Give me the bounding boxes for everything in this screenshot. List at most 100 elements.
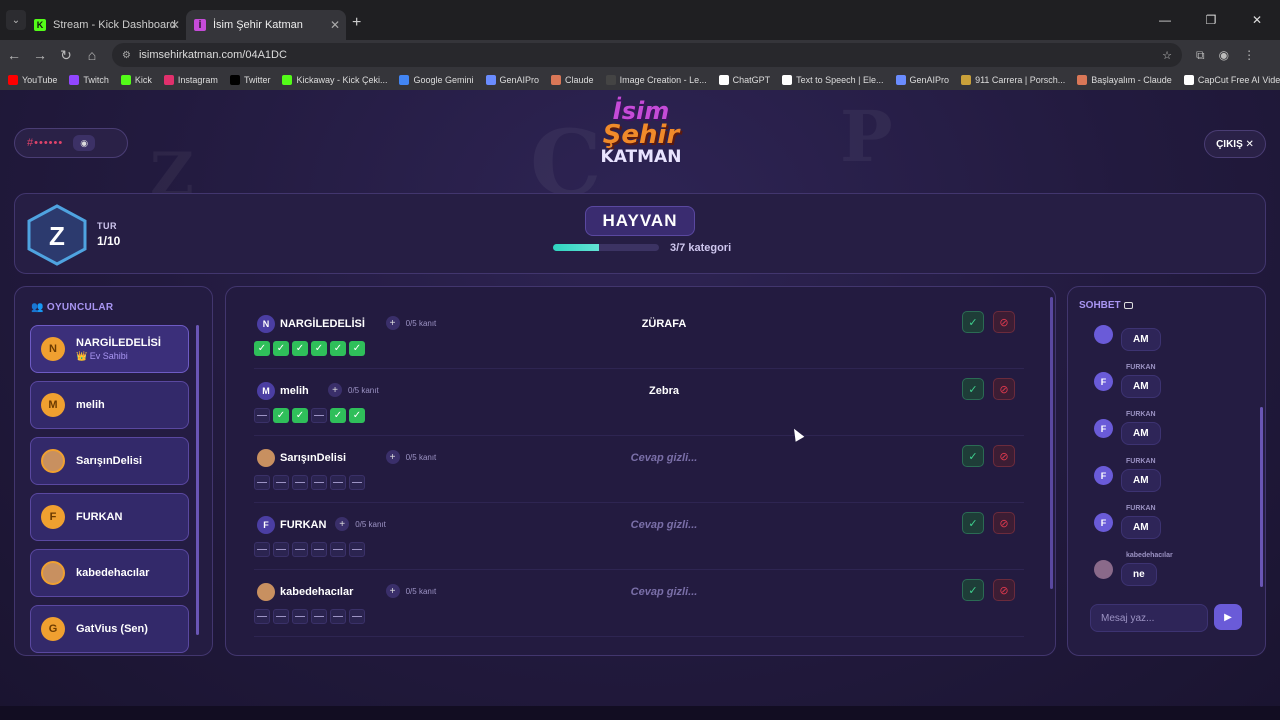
bookmark-item[interactable]: Image Creation - Le... — [605, 75, 707, 85]
player-card[interactable]: kabedehacılar — [30, 549, 189, 597]
bookmark-label: Claude — [565, 75, 594, 85]
tab-search-icon[interactable]: ⌄ — [6, 10, 26, 30]
tab-title: İsim Şehir Katman — [213, 19, 303, 31]
player-card[interactable]: G GatVius (Sen) — [30, 605, 189, 653]
bookmark-item[interactable]: 911 Carrera | Porsch... — [961, 75, 1065, 85]
players-scrollbar[interactable] — [196, 325, 199, 635]
answer-row: F FURKAN + 0/5 kanıt Cevap gizli... ✓ ⊘ … — [254, 510, 1024, 570]
bookmark-item[interactable]: Başlayalım - Claude — [1077, 75, 1172, 85]
chat-author: kabedehacılar — [1126, 552, 1173, 559]
bookmark-label: YouTube — [22, 75, 58, 85]
bookmark-item[interactable]: CapCut Free AI Vide... — [1183, 75, 1280, 85]
chat-bubble: AM — [1121, 469, 1161, 492]
approve-button[interactable]: ✓ — [962, 378, 984, 400]
bookmark-item[interactable]: Instagram — [163, 75, 218, 85]
reject-button[interactable]: ⊘ — [993, 579, 1015, 601]
bookmark-item[interactable]: Kick — [120, 75, 152, 85]
bookmark-label: ChatGPT — [732, 75, 771, 85]
bookmark-item[interactable]: GenAIPro — [895, 75, 950, 85]
chat-author: FURKAN — [1126, 505, 1156, 512]
forward-icon[interactable]: → — [28, 47, 52, 63]
eye-icon[interactable]: ◉ — [73, 135, 96, 151]
bookmark-item[interactable]: Claude — [551, 75, 594, 85]
bookmark-item[interactable]: Kickaway - Kick Çeki... — [282, 75, 387, 85]
bookmark-favicon-icon — [163, 75, 174, 85]
bookmark-favicon-icon — [961, 75, 972, 85]
site-info-icon[interactable]: ⚙ — [122, 50, 131, 61]
bookmark-item[interactable]: Twitch — [69, 75, 109, 85]
player-avatar: F — [41, 505, 65, 529]
bookmark-item[interactable]: Text to Speech | Ele... — [782, 75, 884, 85]
restore-icon[interactable]: ❐ — [1188, 13, 1234, 27]
add-evidence-button[interactable]: + — [335, 517, 350, 531]
reject-button[interactable]: ⊘ — [993, 378, 1015, 400]
bookmark-item[interactable]: ChatGPT — [718, 75, 771, 85]
vote-yes-icon: ✓ — [292, 341, 308, 356]
answer-player-name: NARGİLEDELİSİ — [280, 318, 365, 330]
player-role: 👑 Ev Sahibi — [76, 350, 128, 361]
vote-empty-icon: — — [273, 609, 289, 624]
chat-input[interactable]: Mesaj yaz... — [1090, 604, 1208, 632]
add-evidence-button[interactable]: + — [385, 316, 400, 330]
chat-panel: SOHBET AM F FURKAN AM F FURKAN AM F FURK… — [1067, 286, 1266, 656]
player-card[interactable]: F FURKAN — [30, 493, 189, 541]
reject-button[interactable]: ⊘ — [993, 445, 1015, 467]
tab-close-icon[interactable]: ✕ — [330, 18, 340, 32]
add-evidence-button[interactable]: + — [328, 383, 342, 397]
player-card[interactable]: Mmelih — [30, 381, 189, 429]
approve-button[interactable]: ✓ — [962, 311, 984, 333]
vote-empty-icon: — — [311, 542, 327, 557]
minimize-icon[interactable]: — — [1142, 13, 1188, 27]
home-icon[interactable]: ⌂ — [80, 47, 104, 63]
reject-button[interactable]: ⊘ — [993, 512, 1015, 534]
answer-text: Cevap gizli... — [630, 586, 698, 598]
reject-button[interactable]: ⊘ — [993, 311, 1015, 333]
bookmark-item[interactable]: YouTube — [8, 75, 57, 85]
back-icon[interactable]: ← — [2, 47, 26, 63]
approve-button[interactable]: ✓ — [962, 579, 984, 601]
vote-empty-icon: — — [292, 542, 308, 557]
chat-scrollbar[interactable] — [1260, 407, 1263, 587]
bookmark-item[interactable]: GenAIPro — [485, 75, 539, 85]
vote-empty-icon: — — [311, 408, 327, 423]
add-evidence-button[interactable]: + — [385, 584, 400, 598]
exit-button[interactable]: ÇIKIŞ ✕ — [1204, 130, 1266, 158]
bookmark-star-icon[interactable]: ☆ — [1162, 49, 1172, 62]
approve-button[interactable]: ✓ — [962, 512, 984, 534]
bookmark-item[interactable]: Google Gemini — [399, 75, 474, 85]
player-card[interactable]: N NARGİLEDELİSİ 👑 Ev Sahibi — [30, 325, 189, 373]
answer-avatar: M — [257, 382, 275, 400]
bookmark-item[interactable]: Twitter — [229, 75, 270, 85]
chat-message: F FURKAN AM — [1092, 505, 1252, 551]
vote-yes-icon: ✓ — [330, 341, 346, 356]
extensions-icon[interactable]: ⧉ — [1196, 48, 1205, 63]
player-card[interactable]: SarışınDelisi — [30, 437, 189, 485]
vote-yes-icon: ✓ — [273, 341, 289, 356]
menu-icon[interactable]: ⋮ — [1243, 48, 1255, 63]
close-window-icon[interactable]: ✕ — [1234, 13, 1280, 27]
browser-tab[interactable]: İ İsim Şehir Katman ✕ — [186, 10, 346, 40]
evidence-count: 0/5 kanıt — [405, 587, 437, 596]
browser-tab[interactable]: K Stream - Kick Dashboard ✕ — [26, 10, 186, 40]
browser-tab-bar: ⌄ K Stream - Kick Dashboard ✕ İ İsim Şehir K… — [0, 0, 1280, 40]
reload-icon[interactable]: ↻ — [54, 47, 78, 64]
answer-row: SarışınDelisi + 0/5 kanıt Cevap gizli...… — [254, 443, 1024, 503]
answers-scrollbar[interactable] — [1050, 297, 1053, 589]
url-field[interactable]: ⚙ isimsehirkatman.com/04A1DC ☆ — [112, 43, 1182, 67]
approve-button[interactable]: ✓ — [962, 445, 984, 467]
chat-bubble: AM — [1121, 422, 1161, 445]
profile-icon[interactable]: ◉ — [1219, 48, 1229, 63]
answer-text: Cevap gizli... — [630, 452, 698, 464]
send-button[interactable]: ▶ — [1214, 604, 1242, 630]
bg-decor-p: P — [840, 95, 893, 178]
chat-avatar: F — [1094, 466, 1113, 485]
tur-value: 1/10 — [97, 234, 121, 248]
tab-close-icon[interactable]: ✕ — [170, 18, 180, 32]
evidence-count: 0/5 kanıt — [405, 453, 437, 462]
bookmark-label: GenAIPro — [909, 75, 950, 85]
player-avatar — [41, 561, 65, 585]
new-tab-button[interactable]: + — [352, 14, 361, 32]
add-evidence-button[interactable]: + — [385, 450, 400, 464]
room-code-masked: #•••••• — [27, 137, 64, 149]
vote-yes-icon: ✓ — [292, 408, 308, 423]
